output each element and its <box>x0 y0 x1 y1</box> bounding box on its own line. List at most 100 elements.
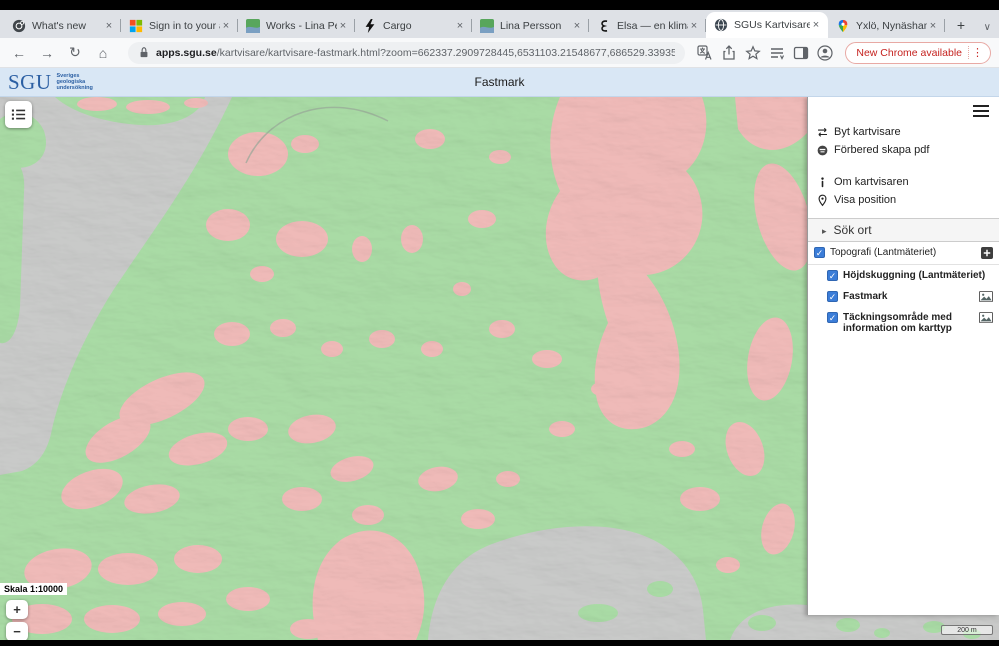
layer-label: Täckningsområde med information om kartt… <box>843 312 974 334</box>
address-bar[interactable]: apps.sgu.se/kartvisare/kartvisare-fastma… <box>128 42 685 64</box>
menu-item-om-kartvisaren[interactable]: Om kartvisaren <box>816 173 991 191</box>
app-header: SGU Sveriges geologiska undersökning Fas… <box>0 68 999 97</box>
tab-close-icon[interactable]: × <box>220 20 232 32</box>
new-tab-button[interactable]: + <box>949 13 973 37</box>
maps-pin-icon <box>836 19 850 33</box>
tab-label: SGUs Kartvisare <box>734 19 810 31</box>
info-icon <box>816 176 829 189</box>
sidebar-menu: Byt kartvisare Förbered skapa pdf Om kar… <box>808 97 999 209</box>
layer-label: Höjdskuggning (Lantmäteriet) <box>843 270 993 281</box>
menu-item-label: Om kartvisaren <box>834 176 909 188</box>
menu-item-label: Förbered skapa pdf <box>834 144 929 156</box>
tab-lina-persson[interactable]: Lina Persson × <box>472 13 589 38</box>
lock-icon <box>138 46 156 59</box>
elsa-icon <box>597 19 611 33</box>
tab-label: Elsa — en klimatkalkyla <box>617 20 688 32</box>
search-place-section[interactable]: ▸ Sök ort <box>808 218 999 242</box>
tab-works[interactable]: Works - Lina Persson × <box>238 13 355 38</box>
zoom-in-button[interactable]: + <box>6 600 28 619</box>
tab-elsa[interactable]: Elsa — en klimatkalkyla × <box>589 13 706 38</box>
home-icon[interactable]: ⌂ <box>92 45 114 61</box>
pdf-icon <box>816 144 829 157</box>
layer-checkbox[interactable]: ✓ <box>827 291 838 302</box>
menu-spacer <box>816 159 991 173</box>
chrome-menu-icon[interactable]: ⋮ <box>968 46 986 59</box>
new-chrome-available-button[interactable]: New Chrome available ⋮ <box>845 42 991 64</box>
legend-image-icon[interactable] <box>979 312 993 323</box>
map-canvas[interactable]: Skala 1:10000 + − 200 m Byt kartvisare F… <box>0 97 999 640</box>
legend-image-icon[interactable] <box>979 291 993 302</box>
layer-sidebar: Byt kartvisare Förbered skapa pdf Om kar… <box>807 97 999 615</box>
page-title: Fastmark <box>0 75 999 89</box>
site-icon <box>246 19 260 33</box>
layer-list-button[interactable] <box>5 101 32 128</box>
back-icon[interactable]: ← <box>8 45 30 61</box>
tab-label: Cargo <box>383 20 454 32</box>
menu-item-visa-position[interactable]: Visa position <box>816 191 991 209</box>
layer-row-fastmark: ✓ Fastmark <box>808 286 999 307</box>
scale-bar: 200 m <box>941 625 993 635</box>
layer-checkbox[interactable]: ✓ <box>827 312 838 323</box>
menu-item-forbered-skapa-pdf[interactable]: Förbered skapa pdf <box>816 141 991 159</box>
side-panel-icon[interactable] <box>792 44 810 62</box>
layer-label: Fastmark <box>843 291 974 302</box>
lightning-icon <box>363 19 377 33</box>
list-icon <box>10 106 27 123</box>
share-icon[interactable] <box>720 44 738 62</box>
layer-row-hojdskuggning: ✓ Höjdskuggning (Lantmäteriet) <box>808 265 999 286</box>
letterbox-top <box>0 0 999 10</box>
layer-row-tackningsomrade: ✓ Täckningsområde med information om kar… <box>808 307 999 339</box>
reading-list-icon[interactable] <box>768 44 786 62</box>
search-section-label: Sök ort <box>834 223 872 237</box>
tab-search-chevron-icon[interactable]: ∨ <box>984 22 991 33</box>
tab-cargo[interactable]: Cargo × <box>355 13 472 38</box>
layer-label: Topografi (Lantmäteriet) <box>830 247 976 258</box>
tab-close-icon[interactable]: × <box>571 20 583 32</box>
microsoft-icon <box>129 19 143 33</box>
tab-whats-new[interactable]: What's new × <box>4 13 121 38</box>
sidebar-menu-icon[interactable] <box>973 105 989 119</box>
site-icon <box>480 19 494 33</box>
bookmark-star-icon[interactable] <box>744 44 762 62</box>
update-pill-label: New Chrome available <box>856 47 962 59</box>
letterbox-bottom <box>0 640 999 646</box>
tab-close-icon[interactable]: × <box>927 20 939 32</box>
tab-yxlo[interactable]: Yxlö, Nynäshamn Muni × <box>828 13 945 38</box>
tab-label: Sign in to your account <box>149 20 220 32</box>
swap-icon <box>816 126 829 139</box>
url-path: /kartvisare/kartvisare-fastmark.html?zoo… <box>217 47 676 59</box>
tab-sgus-kartvisare[interactable]: SGUs Kartvisare × <box>706 12 828 38</box>
menu-item-label: Visa position <box>834 194 896 206</box>
tab-close-icon[interactable]: × <box>810 19 822 31</box>
layer-row-topografi: ✓ Topografi (Lantmäteriet) <box>808 242 999 265</box>
zoom-controls: + − <box>6 600 28 640</box>
reload-icon[interactable]: ↻ <box>64 44 86 61</box>
layer-checkbox[interactable]: ✓ <box>814 247 825 258</box>
profile-avatar-icon[interactable] <box>816 44 834 62</box>
tab-label: Works - Lina Persson <box>266 20 337 32</box>
tab-label: Yxlö, Nynäshamn Muni <box>856 20 927 32</box>
tab-strip: What's new × Sign in to your account × W… <box>0 10 999 38</box>
add-layer-icon[interactable] <box>981 247 993 259</box>
whats-new-icon <box>12 19 26 33</box>
expand-arrow-icon: ▸ <box>822 226 827 236</box>
translate-icon[interactable] <box>696 44 714 62</box>
url-domain: apps.sgu.se <box>156 47 217 59</box>
browser-toolbar: ← → ↻ ⌂ apps.sgu.se/kartvisare/kartvisar… <box>0 38 999 68</box>
layer-tree: ✓ Topografi (Lantmäteriet) ✓ Höjdskuggni… <box>808 242 999 339</box>
tab-label: Lina Persson <box>500 20 571 32</box>
scale-label: Skala 1:10000 <box>0 583 67 595</box>
zoom-out-button[interactable]: − <box>6 622 28 640</box>
globe-icon <box>714 18 728 32</box>
tab-close-icon[interactable]: × <box>454 20 466 32</box>
layer-checkbox[interactable]: ✓ <box>827 270 838 281</box>
tab-close-icon[interactable]: × <box>103 20 115 32</box>
position-pin-icon <box>816 194 829 207</box>
menu-item-label: Byt kartvisare <box>834 126 901 138</box>
menu-item-byt-kartvisare[interactable]: Byt kartvisare <box>816 123 991 141</box>
tab-sign-in[interactable]: Sign in to your account × <box>121 13 238 38</box>
forward-icon[interactable]: → <box>36 45 58 61</box>
tab-label: What's new <box>32 20 103 32</box>
tab-close-icon[interactable]: × <box>337 20 349 32</box>
tab-close-icon[interactable]: × <box>688 20 700 32</box>
